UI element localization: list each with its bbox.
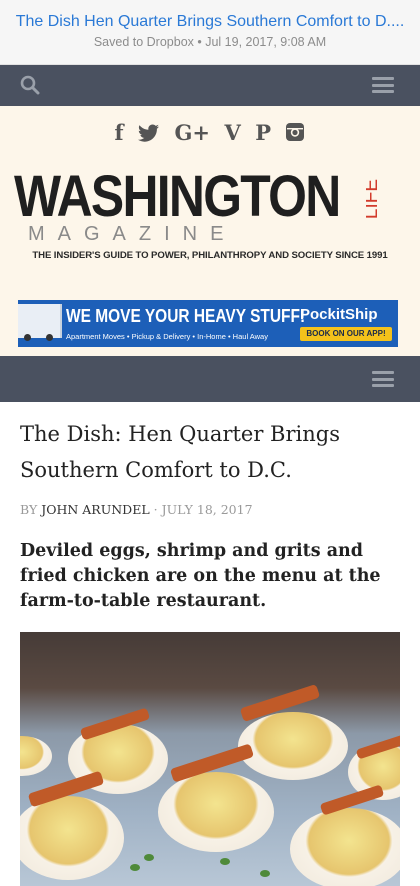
ad-brand: PockitShip [300, 306, 378, 323]
saved-status: Saved to Dropbox • Jul 19, 2017, 9:08 AM [93, 35, 327, 49]
ad-headline: WE MOVE YOUR HEAVY STUFF! [66, 306, 306, 326]
twitter-icon[interactable] [138, 120, 160, 145]
deviled-egg [20, 736, 52, 776]
page-title[interactable]: The Dish Hen Quarter Brings Southern Com… [14, 13, 406, 31]
herb-sprig [130, 864, 140, 871]
hamburger-menu-icon[interactable] [372, 77, 394, 93]
social-links: f G+ V P [0, 120, 420, 145]
byline-separator: · [153, 502, 158, 517]
article-photo [20, 632, 400, 886]
logo-magazine-text: MAGAZINE [28, 223, 237, 245]
instagram-icon[interactable] [285, 120, 305, 145]
tagline: THE INSIDER'S GUIDE TO POWER, PHILANTHRO… [32, 250, 388, 261]
pinterest-icon[interactable]: P [255, 120, 271, 145]
herb-sprig [220, 858, 230, 865]
ad-services: Apartment Moves • Pickup & Delivery • In… [66, 332, 268, 341]
masthead: f G+ V P WASHINGTON LIFE MAGAZINE THE IN… [0, 106, 420, 356]
ad-cta-button[interactable]: BOOK ON OUR APP! [300, 327, 392, 341]
deviled-egg [290, 808, 400, 886]
hamburger-menu-icon[interactable] [372, 371, 394, 387]
article-headline: The Dish: Hen Quarter Brings Southern Co… [20, 422, 340, 482]
logo-wordmark[interactable]: WASHINGTON [14, 168, 341, 226]
top-nav-bar [0, 65, 420, 106]
logo-life-mark: LIFE [361, 170, 388, 228]
deviled-egg [238, 712, 348, 780]
saved-page-header: The Dish Hen Quarter Brings Southern Com… [0, 0, 420, 65]
search-icon[interactable] [20, 75, 40, 95]
deviled-egg [158, 772, 274, 852]
herb-sprig [144, 854, 154, 861]
secondary-nav-bar [0, 356, 420, 402]
author-link[interactable]: JOHN ARUNDEL [41, 502, 149, 517]
truck-icon [18, 304, 62, 341]
deviled-egg [20, 796, 124, 880]
byline: BY JOHN ARUNDEL · JULY 18, 2017 [20, 502, 400, 517]
publish-date: JULY 18, 2017 [161, 502, 253, 517]
byline-prefix: BY [20, 502, 38, 517]
vimeo-icon[interactable]: V [224, 120, 240, 145]
facebook-icon[interactable]: f [115, 120, 124, 145]
article-dek: Deviled eggs, shrimp and grits and fried… [20, 541, 381, 611]
article: The Dish: Hen Quarter Brings Southern Co… [20, 402, 400, 635]
banner-ad[interactable]: WE MOVE YOUR HEAVY STUFF! Apartment Move… [18, 300, 398, 347]
herb-sprig [260, 870, 270, 877]
logo-life-text: LIFE [366, 179, 382, 219]
google-plus-icon[interactable]: G+ [174, 120, 210, 145]
